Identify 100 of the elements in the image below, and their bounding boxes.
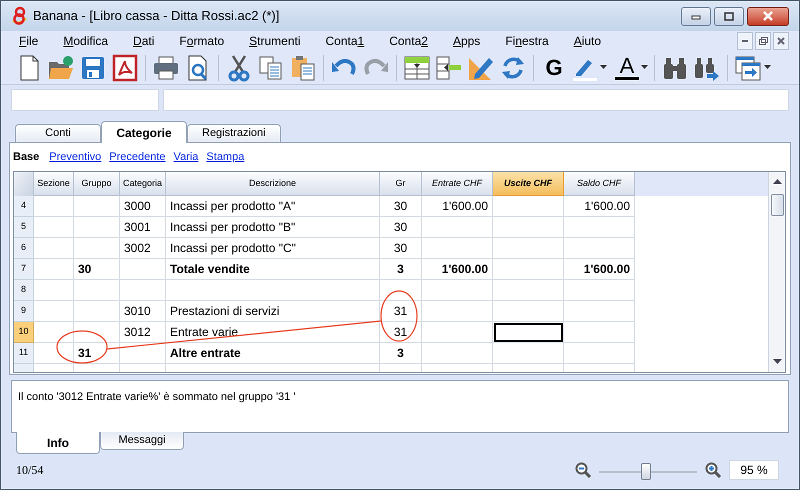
close-button[interactable] bbox=[747, 6, 789, 26]
table-cell: 3 bbox=[380, 259, 422, 280]
table-cell: 3012 bbox=[120, 322, 166, 343]
table-cell: 30 bbox=[380, 238, 422, 259]
table-cell bbox=[74, 301, 120, 322]
zoom-in-icon[interactable] bbox=[705, 462, 721, 478]
tab[interactable]: Conti bbox=[15, 124, 101, 142]
pdf-icon[interactable] bbox=[111, 54, 139, 82]
tab[interactable]: Categorie bbox=[101, 121, 187, 143]
cell-cursor[interactable] bbox=[493, 322, 564, 343]
menu-item[interactable]: Dati bbox=[133, 32, 154, 50]
table-cell: Altre entrate bbox=[166, 343, 380, 364]
tab[interactable]: Registrazioni bbox=[187, 124, 281, 142]
table-cell bbox=[564, 280, 635, 301]
table-cell: 1'600.00 bbox=[564, 196, 635, 217]
menu-item[interactable]: Conta1 bbox=[326, 32, 364, 50]
insert-row-icon[interactable] bbox=[403, 54, 431, 82]
slider-thumb[interactable] bbox=[641, 463, 652, 480]
dropdown-caret-icon[interactable] bbox=[600, 65, 607, 70]
zoom-field[interactable]: 95 % bbox=[729, 460, 779, 480]
table-cell bbox=[422, 238, 493, 259]
view-link[interactable]: Stampa bbox=[206, 148, 244, 166]
column-header[interactable]: Saldo CHF bbox=[564, 172, 635, 196]
table-cell bbox=[422, 301, 493, 322]
row-number[interactable]: 7 bbox=[14, 259, 34, 280]
mdi-restore-button[interactable] bbox=[755, 32, 771, 50]
menu-item[interactable]: Modifica bbox=[63, 32, 108, 50]
table-cell bbox=[74, 217, 120, 238]
table-cell: 3002 bbox=[120, 238, 166, 259]
dropdown-caret-icon[interactable] bbox=[641, 65, 648, 70]
maximize-button[interactable] bbox=[714, 6, 744, 26]
annotation-circle bbox=[56, 330, 108, 364]
table-cell bbox=[493, 259, 564, 280]
scroll-thumb[interactable] bbox=[770, 194, 784, 216]
view-link[interactable]: Varia bbox=[174, 148, 198, 166]
minimize-button[interactable] bbox=[681, 6, 711, 26]
column-header[interactable]: Entrate CHF bbox=[422, 172, 493, 196]
table-cell: 1'600.00 bbox=[422, 259, 493, 280]
menu-item[interactable]: Apps bbox=[452, 32, 480, 50]
open-folder-icon[interactable] bbox=[47, 54, 75, 82]
table-cell: Incassi per prodotto "B" bbox=[166, 217, 380, 238]
table-cell bbox=[120, 343, 166, 364]
window-switch-icon[interactable] bbox=[734, 54, 762, 82]
window-title: Banana - [Libro cassa - Ditta Rossi.ac2 (*)] bbox=[33, 7, 280, 26]
cell-address-field[interactable] bbox=[11, 89, 159, 111]
font-color-button[interactable]: A bbox=[615, 55, 639, 80]
menu-item[interactable]: Finestra bbox=[505, 32, 549, 50]
menu-item[interactable]: Conta2 bbox=[389, 32, 428, 50]
vertical-scrollbar[interactable] bbox=[768, 172, 785, 372]
tab[interactable]: Messaggi bbox=[100, 432, 184, 450]
table-cell bbox=[34, 301, 74, 322]
table-cell: 3 bbox=[380, 343, 422, 364]
column-header[interactable]: Sezione bbox=[34, 172, 74, 196]
view-link[interactable]: Preventivo bbox=[49, 148, 102, 166]
dropdown-caret-icon[interactable] bbox=[764, 65, 771, 70]
row-number[interactable]: 8 bbox=[14, 280, 34, 301]
row-number[interactable]: 6 bbox=[14, 238, 34, 259]
column-header[interactable]: Descrizione bbox=[166, 172, 380, 196]
row-number[interactable]: 4 bbox=[14, 196, 34, 217]
row-number[interactable]: 9 bbox=[14, 301, 34, 322]
record-position: 10/54 bbox=[16, 462, 44, 479]
info-message: Il conto '3012 Entrate varie%' è sommato nel gruppo '31 ' bbox=[18, 391, 296, 403]
table-cell bbox=[120, 280, 166, 301]
print-icon[interactable] bbox=[152, 54, 180, 82]
zoom-slider[interactable] bbox=[599, 460, 697, 480]
table-cell bbox=[74, 280, 120, 301]
scroll-down-icon[interactable] bbox=[772, 359, 782, 365]
scroll-up-icon[interactable] bbox=[772, 179, 782, 185]
column-header[interactable]: Uscite CHF bbox=[493, 172, 564, 196]
table-cell bbox=[564, 217, 635, 238]
table-cell bbox=[422, 343, 493, 364]
cell-content-field[interactable] bbox=[163, 89, 789, 111]
view-link[interactable]: Base bbox=[13, 148, 40, 166]
table-cell bbox=[493, 343, 564, 364]
table-cell: 30 bbox=[380, 196, 422, 217]
zoom-out-icon[interactable] bbox=[575, 462, 591, 478]
menu-item[interactable]: Aiuto bbox=[574, 32, 602, 50]
row-number[interactable]: 11 bbox=[14, 343, 34, 364]
table-cell: Entrate varie bbox=[166, 322, 380, 343]
paste-icon[interactable] bbox=[289, 54, 317, 82]
mdi-minimize-icon bbox=[742, 40, 748, 42]
table-cell bbox=[34, 238, 74, 259]
delete-row-icon[interactable] bbox=[435, 54, 463, 82]
row-number[interactable]: 10 bbox=[14, 322, 34, 343]
mdi-close-button[interactable] bbox=[773, 32, 789, 50]
mdi-minimize-button[interactable] bbox=[737, 32, 753, 50]
column-header[interactable]: Gruppo bbox=[74, 172, 120, 196]
tab[interactable]: Info bbox=[16, 432, 100, 454]
table-cell: Incassi per prodotto "A" bbox=[166, 196, 380, 217]
table-cell bbox=[34, 196, 74, 217]
column-header[interactable]: Gr bbox=[380, 172, 422, 196]
view-link[interactable]: Precedente bbox=[109, 148, 166, 166]
menu-item[interactable]: File bbox=[19, 32, 38, 50]
maximize-icon bbox=[724, 12, 734, 20]
bold-button[interactable]: G bbox=[540, 51, 568, 84]
menu-item[interactable]: Strumenti bbox=[249, 32, 300, 50]
close-icon bbox=[762, 11, 774, 21]
menu-item[interactable]: Formato bbox=[179, 32, 224, 50]
row-number[interactable]: 5 bbox=[14, 217, 34, 238]
column-header[interactable]: Categoria bbox=[120, 172, 166, 196]
